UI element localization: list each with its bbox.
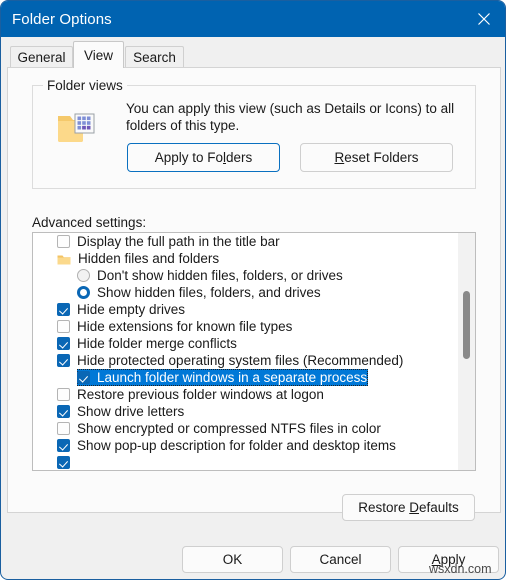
advanced-settings-label: Advanced settings: <box>32 215 147 230</box>
close-icon <box>478 13 490 25</box>
advanced-setting-label: Show drive letters <box>77 404 185 419</box>
advanced-setting-row[interactable]: Hide empty drives <box>33 301 458 318</box>
advanced-setting-row[interactable]: Show pop-up description for folder and d… <box>33 437 458 454</box>
advanced-setting-label: Hide empty drives <box>77 302 186 317</box>
advanced-setting-label: Show hidden files, folders, and drives <box>97 285 321 300</box>
advanced-setting-label: Hide folder merge conflicts <box>77 336 237 351</box>
advanced-setting-label: Display the full path in the title bar <box>77 234 280 249</box>
advanced-setting-row[interactable]: Hide folder merge conflicts <box>33 335 458 352</box>
advanced-setting-row[interactable]: Show encrypted or compressed NTFS files … <box>33 420 458 437</box>
reset-folders-label: Reset Folders <box>334 150 419 165</box>
folder-options-dialog: Folder Options General View Search Folde… <box>0 0 506 580</box>
advanced-setting-label: Show encrypted or compressed NTFS files … <box>77 421 381 436</box>
advanced-setting-row[interactable]: Don't show hidden files, folders, or dri… <box>33 267 458 284</box>
apply-to-folders-label: Apply to Folders <box>154 150 253 165</box>
advanced-setting-row[interactable]: Restore previous folder windows at logon <box>33 386 458 403</box>
folder-views-description: You can apply this view (such as Details… <box>126 101 455 133</box>
checkbox-unchecked-icon[interactable] <box>57 320 70 333</box>
advanced-setting-row[interactable]: Show hidden files, folders, and drives <box>33 284 458 301</box>
advanced-setting-row[interactable]: Launch folder windows in a separate proc… <box>77 369 368 386</box>
advanced-setting-label: Restore previous folder windows at logon <box>77 387 324 402</box>
reset-folders-button[interactable]: Reset Folders <box>300 143 453 172</box>
advanced-setting-row[interactable]: Hide extensions for known file types <box>33 318 458 335</box>
ok-button[interactable]: OK <box>182 546 283 573</box>
close-button[interactable] <box>461 1 505 37</box>
tab-view[interactable]: View <box>73 41 124 68</box>
advanced-setting-label: Don't show hidden files, folders, or dri… <box>97 268 343 283</box>
checkbox-checked-icon[interactable] <box>57 405 70 418</box>
window-title: Folder Options <box>12 10 112 28</box>
cancel-label: Cancel <box>319 552 362 567</box>
advanced-setting-label: Show pop-up description for folder and d… <box>77 438 396 453</box>
list-scrollbar-thumb[interactable] <box>463 291 470 359</box>
advanced-setting-row[interactable]: Display the full path in the title bar <box>33 233 458 250</box>
tab-general-label: General <box>17 50 66 65</box>
tab-search[interactable]: Search <box>125 46 184 68</box>
folder-icon <box>57 253 71 265</box>
tab-search-label: Search <box>133 50 176 65</box>
tab-general[interactable]: General <box>10 46 73 68</box>
advanced-settings-listbox[interactable]: Display the full path in the title bar Hi… <box>32 232 476 471</box>
checkbox-unchecked-icon[interactable] <box>57 422 70 435</box>
checkbox-checked-icon[interactable] <box>57 303 70 316</box>
checkbox-checked-icon[interactable] <box>77 371 90 384</box>
apply-label: Apply <box>431 552 466 567</box>
checkbox-checked-icon[interactable] <box>57 439 70 452</box>
checkbox-unchecked-icon[interactable] <box>57 235 70 248</box>
tab-strip: General View Search <box>1 37 505 68</box>
cancel-button[interactable]: Cancel <box>290 546 391 573</box>
checkbox-checked-icon[interactable] <box>57 337 70 350</box>
folder-views-legend: Folder views <box>43 78 127 93</box>
radio-unselected-icon[interactable] <box>77 269 90 282</box>
checkbox-unchecked-icon[interactable] <box>57 388 70 401</box>
advanced-setting-label: Hide protected operating system files (R… <box>77 353 404 368</box>
checkbox-checked-icon[interactable] <box>57 354 70 367</box>
tab-view-label: View <box>83 47 114 63</box>
radio-selected-icon[interactable] <box>77 286 90 299</box>
apply-button[interactable]: Apply <box>398 546 499 573</box>
advanced-settings-list: Display the full path in the title bar Hi… <box>33 233 458 470</box>
apply-to-folders-button[interactable]: Apply to Folders <box>127 143 280 172</box>
advanced-setting-row[interactable]: Hidden files and folders <box>33 250 458 267</box>
title-bar: Folder Options <box>1 1 505 37</box>
advanced-setting-label: Hide extensions for known file types <box>77 319 293 334</box>
advanced-setting-label: Hidden files and folders <box>78 251 220 266</box>
advanced-setting-row[interactable]: Hide protected operating system files (R… <box>33 352 458 369</box>
advanced-setting-row[interactable]: Show drive letters <box>33 403 458 420</box>
advanced-setting-row[interactable] <box>33 454 458 470</box>
ok-label: OK <box>222 552 243 567</box>
restore-defaults-label: Restore Defaults <box>358 500 459 515</box>
folder-with-icons-view-icon <box>56 109 100 147</box>
advanced-setting-label: Launch folder windows in a separate proc… <box>97 370 368 385</box>
list-scrollbar[interactable] <box>458 233 475 470</box>
checkbox-checked-icon[interactable] <box>57 456 70 469</box>
restore-defaults-button[interactable]: Restore Defaults <box>342 494 475 521</box>
